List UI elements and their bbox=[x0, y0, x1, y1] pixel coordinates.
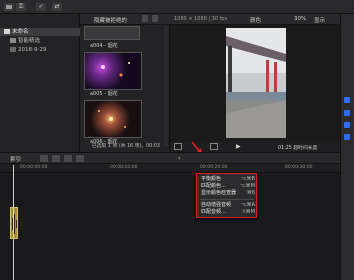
inspector bbox=[340, 14, 354, 280]
viewer: 1080 × 1080 | 30 fps 颜色 30% 显示 ▶ 01:25 超… bbox=[170, 14, 340, 154]
menu-item-shortcut: ⌥⌘M bbox=[239, 183, 255, 189]
event-item[interactable]: 2018-9-29 bbox=[0, 46, 80, 54]
browser-scrollbar[interactable] bbox=[164, 26, 168, 146]
menu-item-label: 匹配音频... bbox=[201, 209, 226, 215]
import-button[interactable] bbox=[4, 3, 14, 11]
play-icon[interactable]: ▶ bbox=[236, 143, 241, 150]
crop-icon[interactable] bbox=[174, 143, 182, 150]
format-info: 1080 × 1080 | 30 fps bbox=[174, 16, 228, 22]
library-sidebar: 未命名 智能精选 2018-9-29 bbox=[0, 14, 80, 144]
clip-browser: 隐藏被拒绝的 a004 - 烟花 a005 - 烟花 a006 - 烟花 bbox=[80, 14, 170, 152]
menu-separator bbox=[200, 199, 254, 200]
grid-view-icon[interactable] bbox=[142, 15, 148, 22]
tool-select-icon[interactable] bbox=[76, 155, 84, 162]
ruler-tick: 00:00:20:00 bbox=[200, 165, 228, 170]
menu-item-shortcut: ⌥⌘A bbox=[240, 202, 255, 208]
smart-collection-item[interactable]: 智能精选 bbox=[0, 37, 80, 45]
top-toolbar: ⚿ ✓ ⇄ bbox=[0, 0, 354, 14]
library-footer bbox=[0, 144, 80, 152]
check-button[interactable]: ✓ bbox=[36, 3, 46, 11]
timeline-clip[interactable] bbox=[10, 207, 18, 239]
switch-button[interactable]: ⇄ bbox=[52, 3, 62, 11]
video-frame bbox=[226, 28, 286, 138]
menu-item-balance-color[interactable]: 平衡颜色 ⌥⌘B bbox=[201, 176, 255, 183]
library-label: 未命名 bbox=[12, 29, 29, 35]
smart-collection-label: 智能精选 bbox=[18, 38, 41, 44]
firework-icon bbox=[101, 62, 130, 77]
browser-status: 已选取 1 项 (共 16 项)，00:03 bbox=[92, 144, 160, 149]
clip-thumbnail[interactable] bbox=[84, 100, 142, 138]
timecode: 01:25 超时间长度 bbox=[278, 146, 318, 151]
clip-thumbnail[interactable] bbox=[84, 52, 142, 90]
star-icon bbox=[10, 47, 16, 52]
menu-item-shortcut: ⇧⌘M bbox=[241, 209, 255, 215]
browser-header: 隐藏被拒绝的 bbox=[80, 14, 170, 25]
keyword-button[interactable]: ⚿ bbox=[16, 3, 26, 11]
clip-thumbnail[interactable] bbox=[84, 26, 140, 40]
enhance-button[interactable] bbox=[210, 143, 218, 150]
menu-item-label: 平衡颜色 bbox=[201, 176, 222, 182]
view-dropdown[interactable]: 显示 bbox=[314, 16, 325, 24]
timeline-area[interactable] bbox=[0, 173, 340, 280]
menu-item-auto-enhance-audio[interactable]: 自动增强音频 ⌥⌘A bbox=[201, 202, 255, 209]
timeline-ruler: 00:00:00:00 00:00:10:00 00:00:20:00 00:0… bbox=[0, 164, 340, 173]
index-button[interactable]: 索引 bbox=[10, 155, 21, 163]
menu-item-shortcut: ⌥⌘B bbox=[240, 176, 255, 182]
effect-label: 颜色 bbox=[250, 18, 262, 24]
video-content bbox=[226, 28, 286, 138]
filter-dropdown[interactable]: 隐藏被拒绝的 bbox=[94, 16, 127, 24]
ruler-tick: 00:00:10:00 bbox=[110, 165, 138, 170]
library-icon bbox=[4, 29, 10, 34]
menu-item-show-color-inspector[interactable]: 显示颜色检查器 ⌘6 bbox=[201, 190, 255, 197]
insert-clip-icon[interactable] bbox=[52, 155, 60, 162]
clip-caption: a004 - 烟花 bbox=[90, 43, 118, 49]
enhance-menu: 平衡颜色 ⌥⌘B 匹配颜色... ⌥⌘M 显示颜色检查器 ⌘6 自动增强音频 ⌥⌘A 匹… bbox=[196, 173, 257, 218]
event-label: 2018-9-29 bbox=[18, 47, 47, 53]
checkbox[interactable] bbox=[344, 110, 350, 116]
list-view-icon[interactable] bbox=[152, 15, 158, 22]
ruler-tick: 00:00:30:00 bbox=[285, 165, 313, 170]
menu-item-match-color[interactable]: 匹配颜色... ⌥⌘M bbox=[201, 183, 255, 190]
chevron-left-icon[interactable]: ‹ bbox=[178, 155, 180, 162]
playhead[interactable] bbox=[13, 165, 14, 280]
ruler-tick: 00:00:00:00 bbox=[20, 165, 48, 170]
viewer-header: 1080 × 1080 | 30 fps 颜色 30% 显示 bbox=[170, 14, 340, 25]
menu-item-shortcut: ⌘6 bbox=[246, 190, 255, 196]
clip-caption: a005 - 烟花 bbox=[90, 91, 118, 97]
library-item[interactable]: 未命名 bbox=[0, 28, 80, 36]
timeline-toolbar: 索引 ‹ bbox=[0, 152, 340, 164]
menu-item-label: 显示颜色检查器 bbox=[201, 190, 237, 196]
menu-item-label: 自动增强音频 bbox=[201, 202, 232, 208]
menu-item-label: 匹配颜色... bbox=[201, 183, 226, 189]
zoom-dropdown[interactable]: 30% bbox=[294, 16, 306, 22]
connect-clip-icon[interactable] bbox=[40, 155, 48, 162]
import-icon bbox=[6, 5, 12, 9]
append-clip-icon[interactable] bbox=[64, 155, 72, 162]
folder-icon bbox=[10, 38, 16, 43]
firework-icon bbox=[98, 110, 126, 128]
checkbox[interactable] bbox=[344, 122, 350, 128]
checkbox[interactable] bbox=[344, 134, 350, 140]
menu-item-match-audio[interactable]: 匹配音频... ⇧⌘M bbox=[201, 209, 255, 216]
checkbox[interactable] bbox=[344, 97, 350, 103]
